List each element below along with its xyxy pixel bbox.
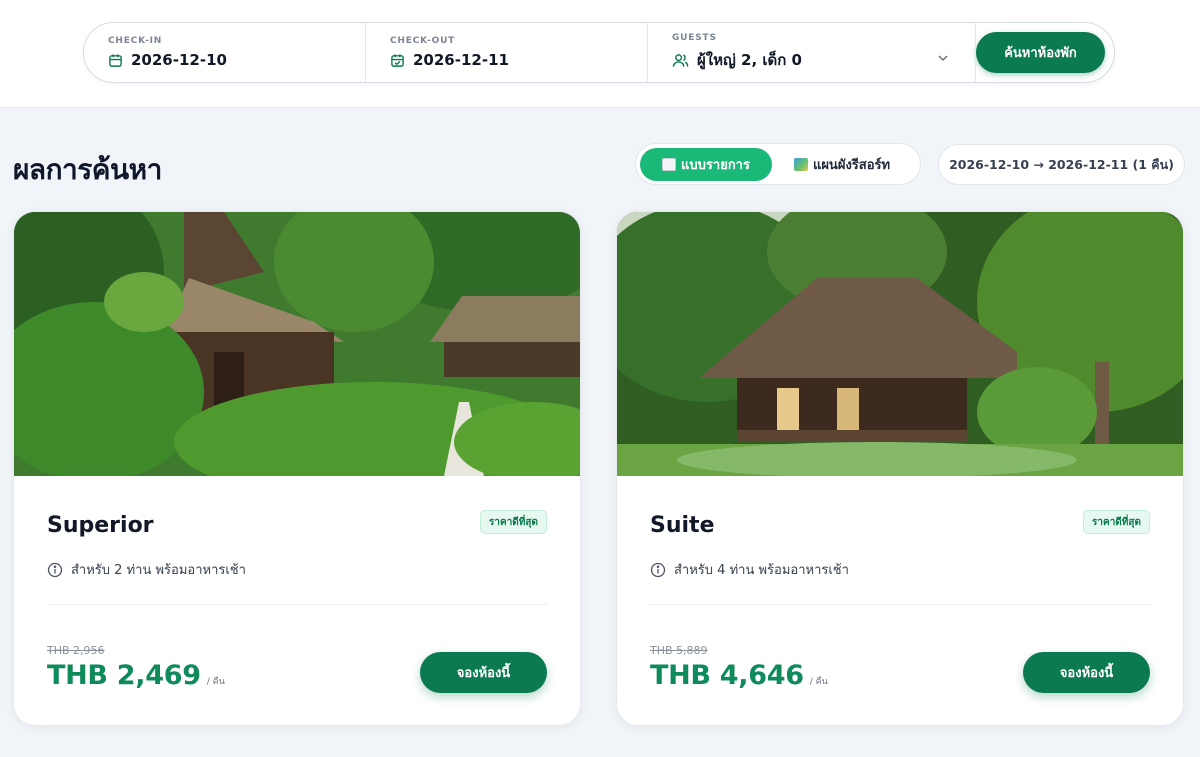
- info-icon: [650, 562, 666, 577]
- list-view-label: แบบรายการ: [681, 157, 750, 173]
- checkout-value: 2026-12-11: [413, 51, 509, 69]
- map-view-label: แผนผังรีสอร์ท: [812, 157, 891, 173]
- room-price: THB 4,646: [650, 660, 804, 691]
- guests-label: GUESTS: [672, 33, 717, 43]
- map-icon: [793, 157, 808, 171]
- top-bar: CHECK-IN 2026-12-10 CHECK-OUT 2026-12-11…: [0, 0, 1200, 108]
- room-name: Superior: [47, 513, 154, 538]
- original-price: THB 5,889: [650, 644, 708, 657]
- checkin-field[interactable]: CHECK-IN 2026-12-10: [84, 23, 366, 82]
- room-card: Suite ราคาดีที่สุด สำหรับ 4 ท่าน พร้อมอา…: [616, 211, 1184, 726]
- room-description: สำหรับ 2 ท่าน พร้อมอาหารเช้า: [71, 563, 246, 578]
- checkin-label: CHECK-IN: [108, 36, 163, 46]
- best-price-badge: ราคาดีที่สุด: [480, 510, 547, 534]
- list-view-button[interactable]: แบบรายการ: [640, 147, 772, 181]
- divider: [47, 604, 547, 605]
- search-rooms-button[interactable]: ค้นหาห้องพัก: [976, 32, 1105, 73]
- view-toggle: แบบรายการ แผนผังรีสอร์ท: [635, 143, 921, 185]
- price-unit: / คืน: [809, 677, 828, 687]
- checkout-field[interactable]: CHECK-OUT 2026-12-11: [366, 23, 648, 82]
- best-price-badge: ราคาดีที่สุด: [1083, 510, 1150, 534]
- room-description: สำหรับ 4 ท่าน พร้อมอาหารเช้า: [674, 563, 849, 578]
- info-icon: [47, 562, 63, 577]
- checkin-value: 2026-12-10: [131, 51, 227, 69]
- room-price: THB 2,469: [47, 660, 201, 691]
- book-room-button[interactable]: จองห้องนี้: [420, 652, 547, 693]
- room-photo: [617, 212, 1183, 476]
- calendar-icon: [109, 53, 122, 67]
- checkout-label: CHECK-OUT: [390, 36, 456, 46]
- room-name: Suite: [650, 513, 715, 538]
- page-title: ผลการค้นหา: [13, 153, 162, 186]
- clipboard-icon: [662, 157, 677, 171]
- booking-search-bar: CHECK-IN 2026-12-10 CHECK-OUT 2026-12-11…: [83, 22, 1115, 83]
- users-icon: [672, 53, 689, 67]
- guests-field[interactable]: GUESTS ผู้ใหญ่ 2, เด็ก 0: [648, 23, 976, 82]
- price-unit: / คืน: [206, 677, 225, 687]
- map-view-button[interactable]: แผนผังรีสอร์ท: [772, 148, 912, 181]
- room-photo: [14, 212, 580, 476]
- book-room-button[interactable]: จองห้องนี้: [1023, 652, 1150, 693]
- divider: [650, 604, 1150, 605]
- room-card: Superior ราคาดีที่สุด สำหรับ 2 ท่าน พร้อ…: [13, 211, 581, 726]
- chevron-down-icon: [938, 55, 948, 62]
- original-price: THB 2,956: [47, 644, 105, 657]
- calendar-check-icon: [391, 53, 404, 67]
- guests-value: ผู้ใหญ่ 2, เด็ก 0: [697, 51, 802, 69]
- date-range-pill: 2026-12-10 → 2026-12-11 (1 คืน): [938, 144, 1185, 185]
